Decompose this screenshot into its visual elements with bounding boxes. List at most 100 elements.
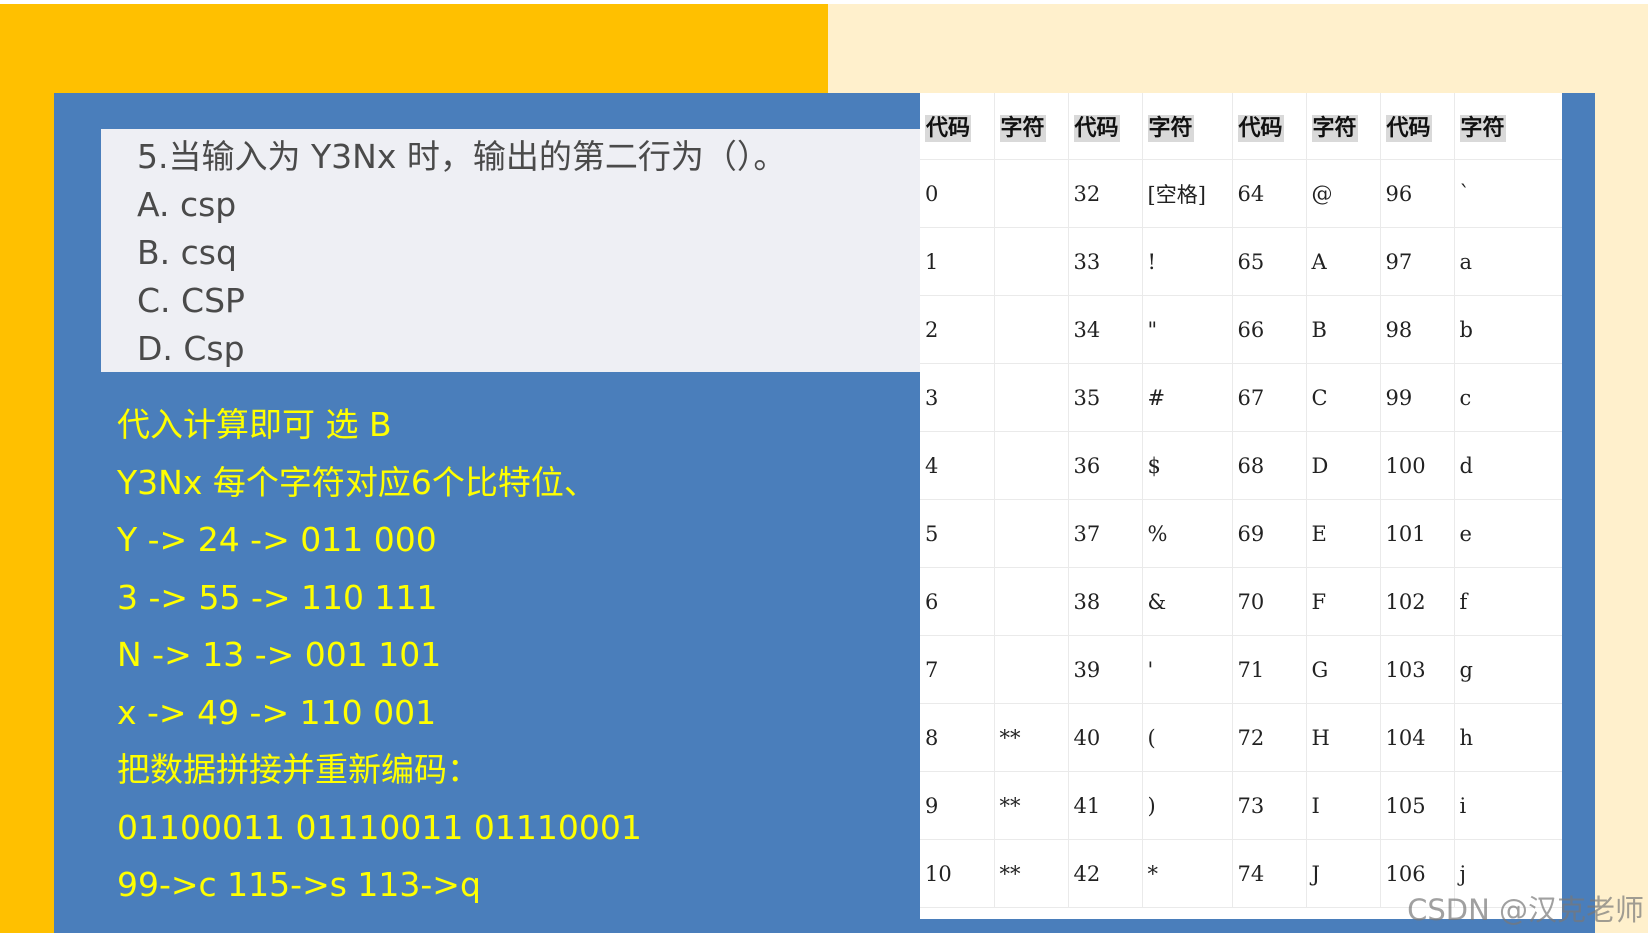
ascii-table-container: 代码 字符 代码 字符 代码 字符 代码 字符 0 32 [空格] 64 @ 9… [920,93,1562,919]
table-cell: ** [994,771,1069,840]
table-cell: 42 [1068,839,1143,908]
table-row: 2 34 " 66 B 98 b [920,295,1562,364]
table-cell: 41 [1068,771,1143,840]
table-cell: 64 [1232,159,1307,228]
table-cell: 105 [1380,771,1455,840]
table-cell: 7 [920,635,995,704]
table-cell: 33 [1068,227,1143,296]
table-cell: $ [1142,431,1233,500]
solution-text: 代入计算即可 选 B Y3Nx 每个字符对应6个比特位、 Y -> 24 -> … [117,396,897,914]
table-cell: 1 [920,227,995,296]
column-header: 字符 [1142,93,1233,160]
table-cell: " [1142,295,1233,364]
table-cell: 69 [1232,499,1307,568]
table-cell: ** [994,839,1069,908]
table-cell [994,431,1069,500]
option-d: D. Csp [137,329,245,368]
table-cell: 4 [920,431,995,500]
table-cell: 6 [920,567,995,636]
table-cell: 40 [1068,703,1143,772]
table-cell: # [1142,363,1233,432]
table-cell: 10 [920,839,995,908]
table-header-row: 代码 字符 代码 字符 代码 字符 代码 字符 [920,93,1562,160]
table-cell: 71 [1232,635,1307,704]
table-cell: B [1306,295,1381,364]
column-header: 字符 [1454,93,1562,160]
option-b: B. csq [137,233,237,272]
table-cell: 98 [1380,295,1455,364]
column-header: 代码 [1068,93,1143,160]
table-cell: 66 [1232,295,1307,364]
solution-line: 01100011 01110011 01110001 [117,807,642,847]
table-row: 5 37 % 69 E 101 e [920,499,1562,568]
table-cell: 100 [1380,431,1455,500]
watermark: CSDN @汉克老师 [1407,893,1644,927]
table-row: 6 38 & 70 F 102 f [920,567,1562,636]
table-cell: G [1306,635,1381,704]
table-cell: 3 [920,363,995,432]
ascii-table: 代码 字符 代码 字符 代码 字符 代码 字符 0 32 [空格] 64 @ 9… [920,93,1562,908]
table-cell: 99 [1380,363,1455,432]
table-cell: 67 [1232,363,1307,432]
table-cell: 101 [1380,499,1455,568]
table-cell: 37 [1068,499,1143,568]
table-cell: 2 [920,295,995,364]
table-row: 4 36 $ 68 D 100 d [920,431,1562,500]
table-cell [994,159,1069,228]
table-cell: 72 [1232,703,1307,772]
table-cell: 73 [1232,771,1307,840]
solution-line: N -> 13 -> 001 101 [117,635,442,674]
solution-line: 99->c 115->s 113->q [117,865,481,904]
table-cell: @ [1306,159,1381,228]
column-header: 字符 [994,93,1069,160]
table-cell: e [1454,499,1562,568]
table-cell: 35 [1068,363,1143,432]
table-cell [994,295,1069,364]
solution-line: 把数据拼接并重新编码： [117,750,480,789]
table-cell: f [1454,567,1562,636]
table-row: 8 ** 40 ( 72 H 104 h [920,703,1562,772]
table-cell: [空格] [1142,159,1233,228]
table-row: 3 35 # 67 C 99 c [920,363,1562,432]
table-cell: F [1306,567,1381,636]
solution-line: Y3Nx 每个字符对应6个比特位、 [117,462,597,502]
table-cell: 9 [920,771,995,840]
option-a: A. csp [137,185,237,224]
table-cell: 104 [1380,703,1455,772]
column-header: 字符 [1306,93,1381,160]
table-cell: 68 [1232,431,1307,500]
table-cell: ` [1454,159,1562,228]
table-cell: h [1454,703,1562,772]
table-cell: 96 [1380,159,1455,228]
table-cell: ( [1142,703,1233,772]
column-header: 代码 [1380,93,1455,160]
table-cell: ' [1142,635,1233,704]
table-cell: J [1306,839,1381,908]
table-cell: 36 [1068,431,1143,500]
table-cell: 32 [1068,159,1143,228]
table-row: 7 39 ' 71 G 103 g [920,635,1562,704]
question-stem: 5.当输入为 Y3Nx 时，输出的第二行为（）。 [137,137,787,176]
table-cell: i [1454,771,1562,840]
table-cell [994,363,1069,432]
table-cell: ! [1142,227,1233,296]
table-cell: 65 [1232,227,1307,296]
table-cell: 38 [1068,567,1143,636]
table-cell: 102 [1380,567,1455,636]
table-cell: 8 [920,703,995,772]
column-header: 代码 [1232,93,1307,160]
table-cell: & [1142,567,1233,636]
table-cell: 5 [920,499,995,568]
table-cell: a [1454,227,1562,296]
table-cell: H [1306,703,1381,772]
table-row: 1 33 ! 65 A 97 a [920,227,1562,296]
table-cell: 74 [1232,839,1307,908]
column-header: 代码 [920,93,995,160]
table-cell: ** [994,703,1069,772]
table-cell: ) [1142,771,1233,840]
table-cell: C [1306,363,1381,432]
table-row: 0 32 [空格] 64 @ 96 ` [920,159,1562,228]
table-cell: 39 [1068,635,1143,704]
table-cell: c [1454,363,1562,432]
top-edge [0,0,1648,4]
